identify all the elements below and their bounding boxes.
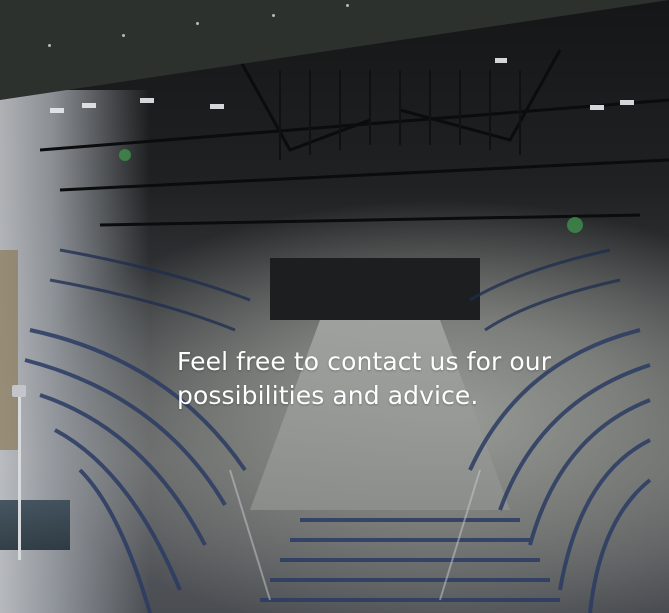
arena-seating: [24, 248, 652, 613]
star-dot: [196, 22, 199, 25]
star-dot: [48, 44, 51, 47]
contact-headline: Feel free to contact us for our possibil…: [177, 347, 552, 410]
star-dot: [122, 34, 125, 37]
star-dot: [272, 14, 275, 17]
arena-photo: [0, 0, 669, 613]
star-dot: [346, 4, 349, 7]
contact-hero: Feel free to contact us for our possibil…: [0, 0, 669, 613]
